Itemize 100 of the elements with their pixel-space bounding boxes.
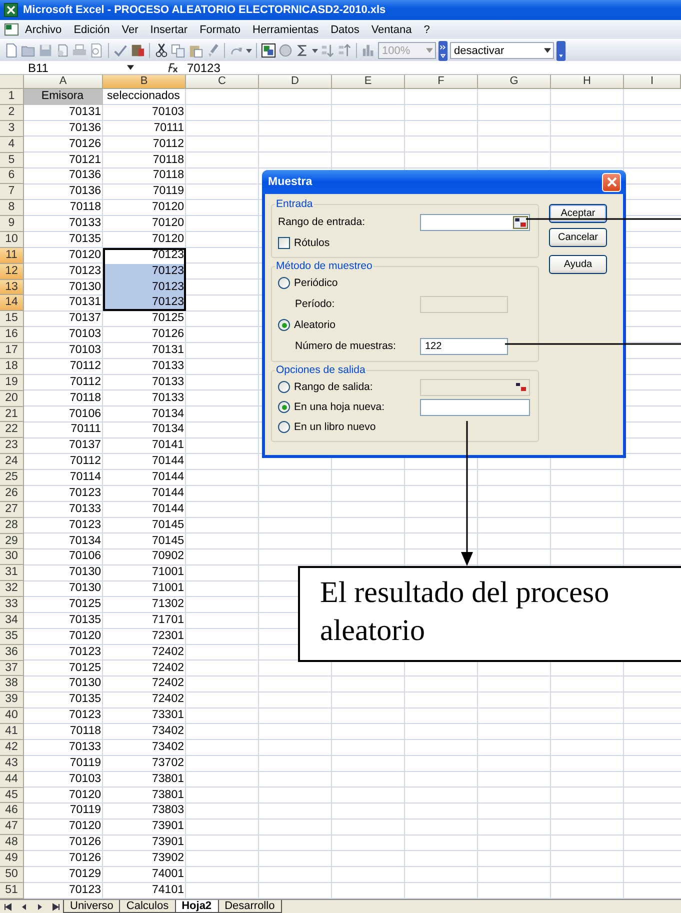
row-header[interactable]: 33 — [0, 597, 24, 613]
radio-label[interactable]: Aleatorio — [294, 319, 336, 331]
menu-item[interactable]: Archivo — [19, 24, 68, 36]
last-sheet-icon[interactable] — [52, 902, 60, 910]
menu-item[interactable]: Formato — [194, 24, 247, 36]
row-header[interactable]: 40 — [0, 708, 24, 724]
menu-item[interactable]: Ventana — [365, 24, 418, 36]
row-header[interactable]: 1 — [0, 89, 24, 105]
row-header[interactable]: 39 — [0, 692, 24, 708]
radio-label[interactable]: Rango de salida: — [294, 381, 373, 393]
row-header[interactable]: 41 — [0, 724, 24, 740]
range-select-icon[interactable] — [513, 216, 528, 228]
sheet-tab[interactable]: Calculos — [119, 900, 176, 913]
row-header[interactable]: 42 — [0, 740, 24, 756]
row-header[interactable]: 5 — [0, 152, 24, 168]
row-header[interactable]: 2 — [0, 104, 24, 121]
toolbar-options-icon[interactable] — [438, 40, 448, 60]
function-icon[interactable] — [166, 62, 179, 73]
row-header[interactable]: 6 — [0, 168, 24, 184]
column-header[interactable]: I — [624, 75, 681, 89]
row-header[interactable]: 36 — [0, 644, 24, 660]
row-header[interactable]: 22 — [0, 422, 24, 438]
row-header[interactable]: 12 — [0, 264, 24, 280]
caret-icon[interactable] — [246, 48, 252, 52]
document-icon[interactable] — [55, 43, 70, 58]
column-header[interactable]: F — [405, 75, 478, 89]
column-header[interactable]: G — [478, 75, 551, 89]
row-header[interactable]: 34 — [0, 612, 24, 629]
row-header[interactable]: 15 — [0, 311, 24, 328]
row-header[interactable]: 32 — [0, 581, 24, 597]
row-header[interactable]: 20 — [0, 390, 24, 406]
row-header[interactable]: 38 — [0, 676, 24, 692]
row-header[interactable]: 51 — [0, 882, 24, 899]
row-header[interactable]: 8 — [0, 200, 24, 216]
sheet-tab[interactable]: Hoja2 — [174, 900, 219, 913]
menu-item[interactable]: Datos — [324, 24, 366, 36]
row-header[interactable]: 31 — [0, 565, 24, 582]
scissors-icon[interactable] — [154, 43, 169, 58]
input-field[interactable]: 122 — [420, 338, 508, 354]
row-header[interactable]: 47 — [0, 819, 24, 836]
radio-label[interactable]: Periódico — [294, 277, 338, 289]
row-header[interactable]: 18 — [0, 358, 24, 375]
previous-sheet-icon[interactable] — [20, 902, 28, 910]
radio-button[interactable] — [278, 381, 290, 393]
row-header[interactable]: 11 — [0, 248, 24, 264]
row-header[interactable]: 26 — [0, 486, 24, 502]
row-header[interactable]: 3 — [0, 120, 24, 137]
dialog-button[interactable]: Cancelar — [549, 228, 607, 247]
radio-label[interactable]: En un libro nuevo — [294, 421, 376, 433]
row-header[interactable]: 9 — [0, 216, 24, 232]
formula-field[interactable]: 70123 — [185, 60, 220, 74]
row-header[interactable]: 24 — [0, 454, 24, 470]
row-header[interactable]: 23 — [0, 438, 24, 454]
row-header[interactable]: 50 — [0, 866, 24, 883]
close-button[interactable] — [602, 172, 621, 192]
toolbar-options-icon[interactable] — [556, 40, 566, 60]
first-sheet-icon[interactable] — [4, 902, 12, 910]
sort-ascending-icon[interactable] — [320, 43, 335, 58]
dialog-button[interactable]: Ayuda — [549, 255, 607, 274]
caret-icon[interactable] — [312, 48, 318, 52]
row-header[interactable]: 48 — [0, 835, 24, 851]
row-header[interactable]: 30 — [0, 549, 24, 566]
radio-button[interactable] — [278, 319, 290, 331]
menu-item[interactable]: Herramientas — [246, 24, 325, 36]
row-header[interactable]: 29 — [0, 534, 24, 550]
row-header[interactable]: 4 — [0, 136, 24, 152]
book-icon[interactable] — [130, 43, 145, 58]
row-header[interactable]: 25 — [0, 470, 24, 486]
column-header[interactable]: A — [24, 75, 103, 89]
row-header[interactable]: 17 — [0, 343, 24, 359]
row-header[interactable]: 43 — [0, 756, 24, 772]
radio-label[interactable]: En una hoja nueva: — [294, 401, 384, 413]
menu-item[interactable]: Insertar — [144, 24, 194, 36]
row-header[interactable]: 44 — [0, 772, 24, 788]
row-header[interactable]: 14 — [0, 295, 24, 312]
new-document-icon[interactable] — [4, 43, 19, 58]
radio-button[interactable] — [278, 421, 290, 433]
dialog-button[interactable]: Aceptar — [549, 204, 607, 223]
row-header[interactable]: 13 — [0, 280, 24, 296]
column-header[interactable]: D — [259, 75, 332, 89]
menu-item[interactable]: ? — [418, 24, 436, 36]
name-box[interactable]: B11 — [0, 60, 140, 74]
next-sheet-icon[interactable] — [36, 902, 44, 910]
row-header[interactable]: 45 — [0, 788, 24, 804]
style-dropdown[interactable]: desactivar — [450, 42, 554, 59]
row-header[interactable]: 35 — [0, 628, 24, 645]
row-header[interactable]: 7 — [0, 184, 24, 200]
row-header[interactable]: 49 — [0, 851, 24, 867]
workbook-icon[interactable] — [4, 22, 19, 37]
paste-icon[interactable] — [188, 43, 203, 58]
menu-item[interactable]: Edición — [68, 24, 116, 36]
menu-item[interactable]: Ver — [116, 24, 144, 36]
row-header[interactable]: 27 — [0, 502, 24, 518]
checkbox-label[interactable]: Rótulos — [294, 237, 330, 249]
radio-button[interactable] — [278, 401, 290, 413]
column-header[interactable]: H — [551, 75, 624, 89]
sort-descending-icon[interactable] — [337, 43, 352, 58]
row-header[interactable]: 37 — [0, 660, 24, 676]
sheet-tab[interactable]: Universo — [63, 900, 120, 913]
row-header[interactable]: 10 — [0, 232, 24, 248]
